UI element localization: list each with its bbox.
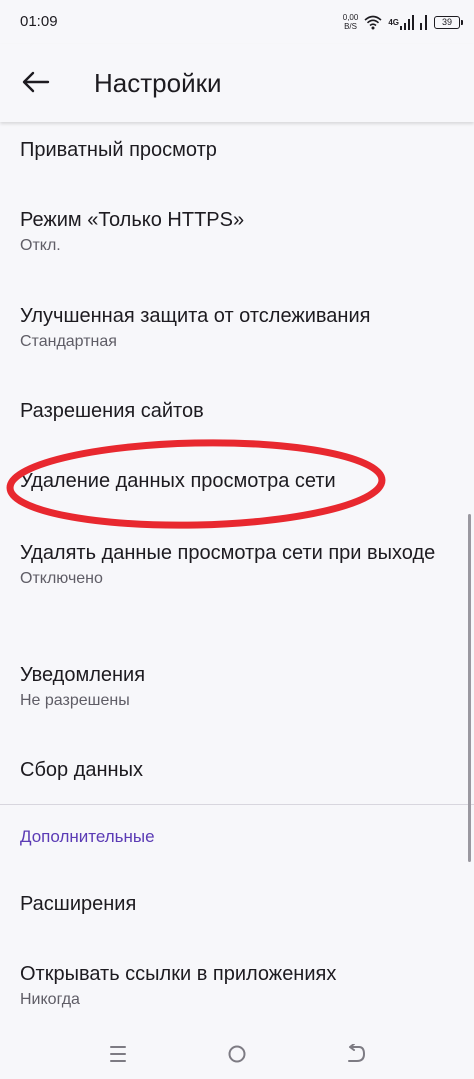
- back-button[interactable]: [14, 60, 58, 104]
- setting-subtitle: Никогда: [20, 991, 80, 1008]
- app-bar: Настройки: [0, 44, 474, 122]
- back-return-icon: [348, 1044, 366, 1062]
- setting-subtitle: Стандартная: [20, 333, 117, 350]
- network-type: 4G: [388, 17, 399, 27]
- setting-title: Уведомления: [20, 664, 146, 686]
- setting-extensions[interactable]: Расширения: [20, 891, 450, 917]
- status-bar: 01:09 0,00 B/S 4G 39: [0, 0, 474, 44]
- setting-data-collection[interactable]: Сбор данных: [20, 757, 450, 783]
- setting-delete-data-on-quit[interactable]: Удалять данные просмотра сети при выходе…: [20, 540, 450, 590]
- setting-site-permissions[interactable]: Разрешения сайтов: [20, 398, 450, 424]
- net-speed-value: 0,00: [342, 13, 359, 22]
- setting-title: Расширения: [20, 893, 137, 915]
- setting-tracking-protection[interactable]: Улучшенная защита от отслеживания Станда…: [20, 303, 450, 353]
- system-nav-bar: [0, 1024, 474, 1079]
- setting-subtitle: Отключено: [20, 570, 103, 587]
- recent-apps-button[interactable]: [100, 1042, 136, 1066]
- setting-title: Сбор данных: [20, 759, 143, 781]
- net-speed-unit: B/S: [344, 22, 357, 31]
- battery-level: 39: [441, 16, 452, 27]
- nav-back-button[interactable]: [338, 1042, 374, 1066]
- page-title: Настройки: [94, 68, 222, 98]
- setting-subtitle: Не разрешены: [20, 692, 130, 709]
- cell-signal-icon: 4G: [388, 14, 414, 30]
- home-circle-icon: [228, 1045, 246, 1063]
- setting-title: Открывать ссылки в приложениях: [20, 963, 337, 985]
- home-button[interactable]: [219, 1042, 255, 1066]
- section-header-advanced: Дополнительные: [20, 827, 155, 846]
- cell-signal-2-icon: [420, 14, 428, 30]
- setting-private-browsing[interactable]: Приватный просмотр: [20, 137, 450, 163]
- setting-https-only[interactable]: Режим «Только HTTPS» Откл.: [20, 207, 450, 257]
- status-time: 01:09: [20, 13, 58, 30]
- setting-delete-browsing-data[interactable]: Удаление данных просмотра сети: [20, 468, 450, 494]
- setting-title: Разрешения сайтов: [20, 400, 204, 422]
- setting-title: Улучшенная защита от отслеживания: [20, 305, 371, 327]
- scrollbar[interactable]: [468, 514, 471, 862]
- settings-list[interactable]: Приватный просмотр Режим «Только HTTPS» …: [0, 122, 474, 1024]
- section-divider: [0, 804, 474, 805]
- setting-subtitle: Откл.: [20, 237, 61, 254]
- setting-title: Приватный просмотр: [20, 139, 217, 161]
- setting-open-links-in-apps[interactable]: Открывать ссылки в приложениях Никогда: [20, 961, 450, 1011]
- arrow-left-icon: [22, 71, 50, 93]
- battery-icon: 39: [434, 15, 463, 29]
- recent-apps-icon: [110, 1046, 126, 1062]
- setting-notifications[interactable]: Уведомления Не разрешены: [20, 662, 450, 712]
- setting-title: Удаление данных просмотра сети: [20, 470, 336, 492]
- setting-title: Режим «Только HTTPS»: [20, 209, 245, 231]
- status-icons: 0,00 B/S 4G 39: [343, 10, 463, 34]
- net-speed: 0,00 B/S: [343, 13, 359, 31]
- wifi-icon: [364, 14, 382, 30]
- setting-title: Удалять данные просмотра сети при выходе: [20, 542, 436, 564]
